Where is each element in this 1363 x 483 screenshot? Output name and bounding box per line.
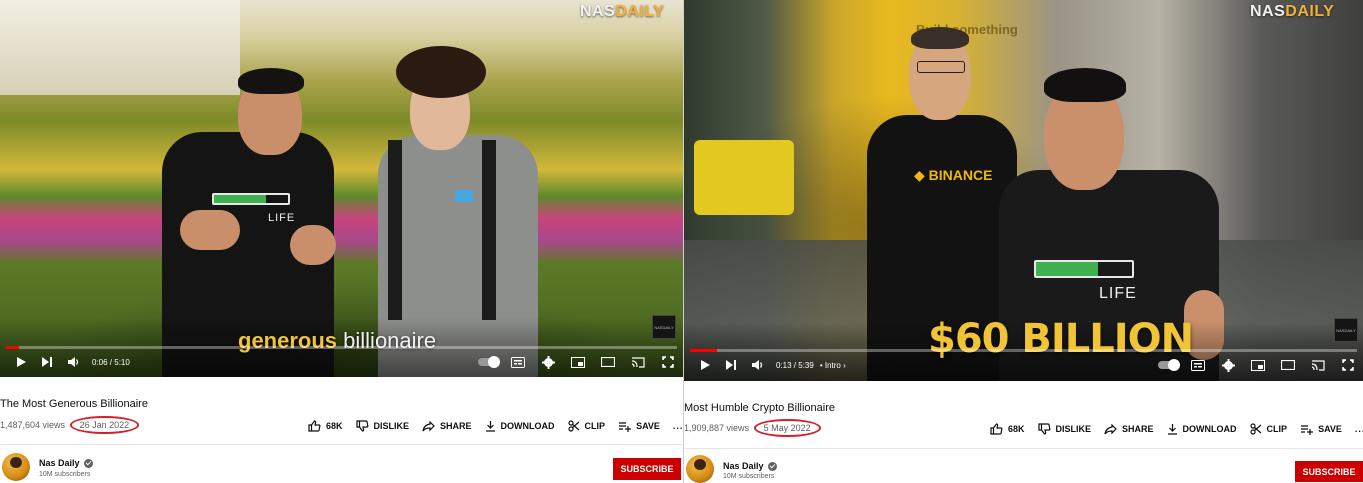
video-meta: 1,909,887 views 5 May 2022	[684, 419, 821, 437]
next-icon[interactable]	[34, 349, 60, 375]
upload-date: 5 May 2022	[753, 419, 821, 437]
cast-icon[interactable]	[1303, 352, 1333, 378]
video-page-right: Build something ◆ BINANCE LIFE NASDAILY	[684, 0, 1363, 483]
view-count: 1,909,887 views	[684, 423, 750, 433]
divider-line	[684, 448, 1363, 449]
subscriber-count: 10M subscribers	[723, 473, 775, 480]
autoplay-toggle[interactable]	[473, 349, 503, 375]
play-icon[interactable]	[692, 352, 718, 378]
theater-mode-icon[interactable]	[1273, 352, 1303, 378]
like-button[interactable]: 68K	[990, 423, 1025, 435]
player-controls: 0:06 / 5:10	[0, 349, 683, 375]
channel-watermark: NASDAILY	[580, 3, 665, 20]
more-actions-button[interactable]: ...	[1355, 424, 1363, 434]
channel-avatar[interactable]	[2, 453, 30, 481]
channel-name[interactable]: Nas Daily	[39, 458, 93, 468]
play-icon[interactable]	[8, 349, 34, 375]
fullscreen-icon[interactable]	[653, 349, 683, 375]
like-button[interactable]: 68K	[308, 420, 343, 432]
player-controls: 0:13 / 5:39 • Intro ›	[684, 352, 1363, 378]
next-icon[interactable]	[718, 352, 744, 378]
download-button[interactable]: DOWNLOAD	[485, 420, 555, 432]
video-title: Most Humble Crypto Billionaire	[684, 402, 835, 414]
dislike-button[interactable]: DISLIKE	[1037, 423, 1091, 435]
time-display: 0:13 / 5:39	[776, 360, 814, 370]
miniplayer-icon[interactable]	[563, 349, 593, 375]
channel-name[interactable]: Nas Daily	[723, 461, 777, 471]
video-title: The Most Generous Billionaire	[0, 398, 148, 410]
sofa-figure	[694, 140, 794, 215]
corner-logo: NASDAILY	[1334, 318, 1358, 342]
corner-logo: NASDAILY	[652, 315, 676, 339]
dislike-button[interactable]: DISLIKE	[355, 420, 409, 432]
upload-date: 26 Jan 2022	[69, 416, 140, 434]
video-player[interactable]: Build something ◆ BINANCE LIFE NASDAILY	[684, 0, 1363, 381]
autoplay-toggle[interactable]	[1153, 352, 1183, 378]
theater-mode-icon[interactable]	[593, 349, 623, 375]
subtitles-icon[interactable]	[1183, 352, 1213, 378]
more-actions-button[interactable]: ...	[673, 421, 683, 431]
volume-icon[interactable]	[744, 352, 770, 378]
clip-button[interactable]: CLIP	[567, 420, 605, 432]
verified-icon	[83, 458, 93, 468]
settings-gear-icon[interactable]	[1213, 352, 1243, 378]
settings-gear-icon[interactable]	[533, 349, 563, 375]
share-button[interactable]: SHARE	[1104, 423, 1154, 435]
subtitles-icon[interactable]	[503, 349, 533, 375]
action-bar: 68K DISLIKE SHARE DOWNLOAD CLIP SAVE ...	[308, 420, 683, 432]
save-button[interactable]: SAVE	[618, 421, 660, 432]
shirt-logo: ◆ BINANCE	[914, 167, 993, 183]
subscriber-count: 10M subscribers	[39, 471, 91, 478]
view-count: 1,487,604 views	[0, 420, 66, 430]
verified-icon	[767, 461, 777, 471]
video-player[interactable]: LIFE NASDAILY generous billionaire NASDA…	[0, 0, 683, 377]
miniplayer-icon[interactable]	[1243, 352, 1273, 378]
divider-line	[0, 444, 683, 445]
cast-icon[interactable]	[623, 349, 653, 375]
subscribe-button[interactable]: SUBSCRIBE	[613, 458, 681, 480]
download-button[interactable]: DOWNLOAD	[1167, 423, 1237, 435]
channel-watermark: NASDAILY	[1250, 3, 1335, 20]
share-button[interactable]: SHARE	[422, 420, 472, 432]
channel-avatar[interactable]	[686, 455, 714, 483]
action-bar: 68K DISLIKE SHARE DOWNLOAD CLIP SAVE ...	[990, 423, 1363, 435]
subscribe-button[interactable]: SUBSCRIBE	[1295, 461, 1363, 482]
volume-icon[interactable]	[60, 349, 86, 375]
save-button[interactable]: SAVE	[1300, 424, 1342, 435]
video-meta: 1,487,604 views 26 Jan 2022	[0, 416, 140, 434]
clip-button[interactable]: CLIP	[1249, 423, 1287, 435]
time-display: 0:06 / 5:10	[92, 357, 130, 367]
chapter-button[interactable]: • Intro ›	[820, 361, 846, 370]
fullscreen-icon[interactable]	[1333, 352, 1363, 378]
video-page-left: LIFE NASDAILY generous billionaire NASDA…	[0, 0, 683, 483]
